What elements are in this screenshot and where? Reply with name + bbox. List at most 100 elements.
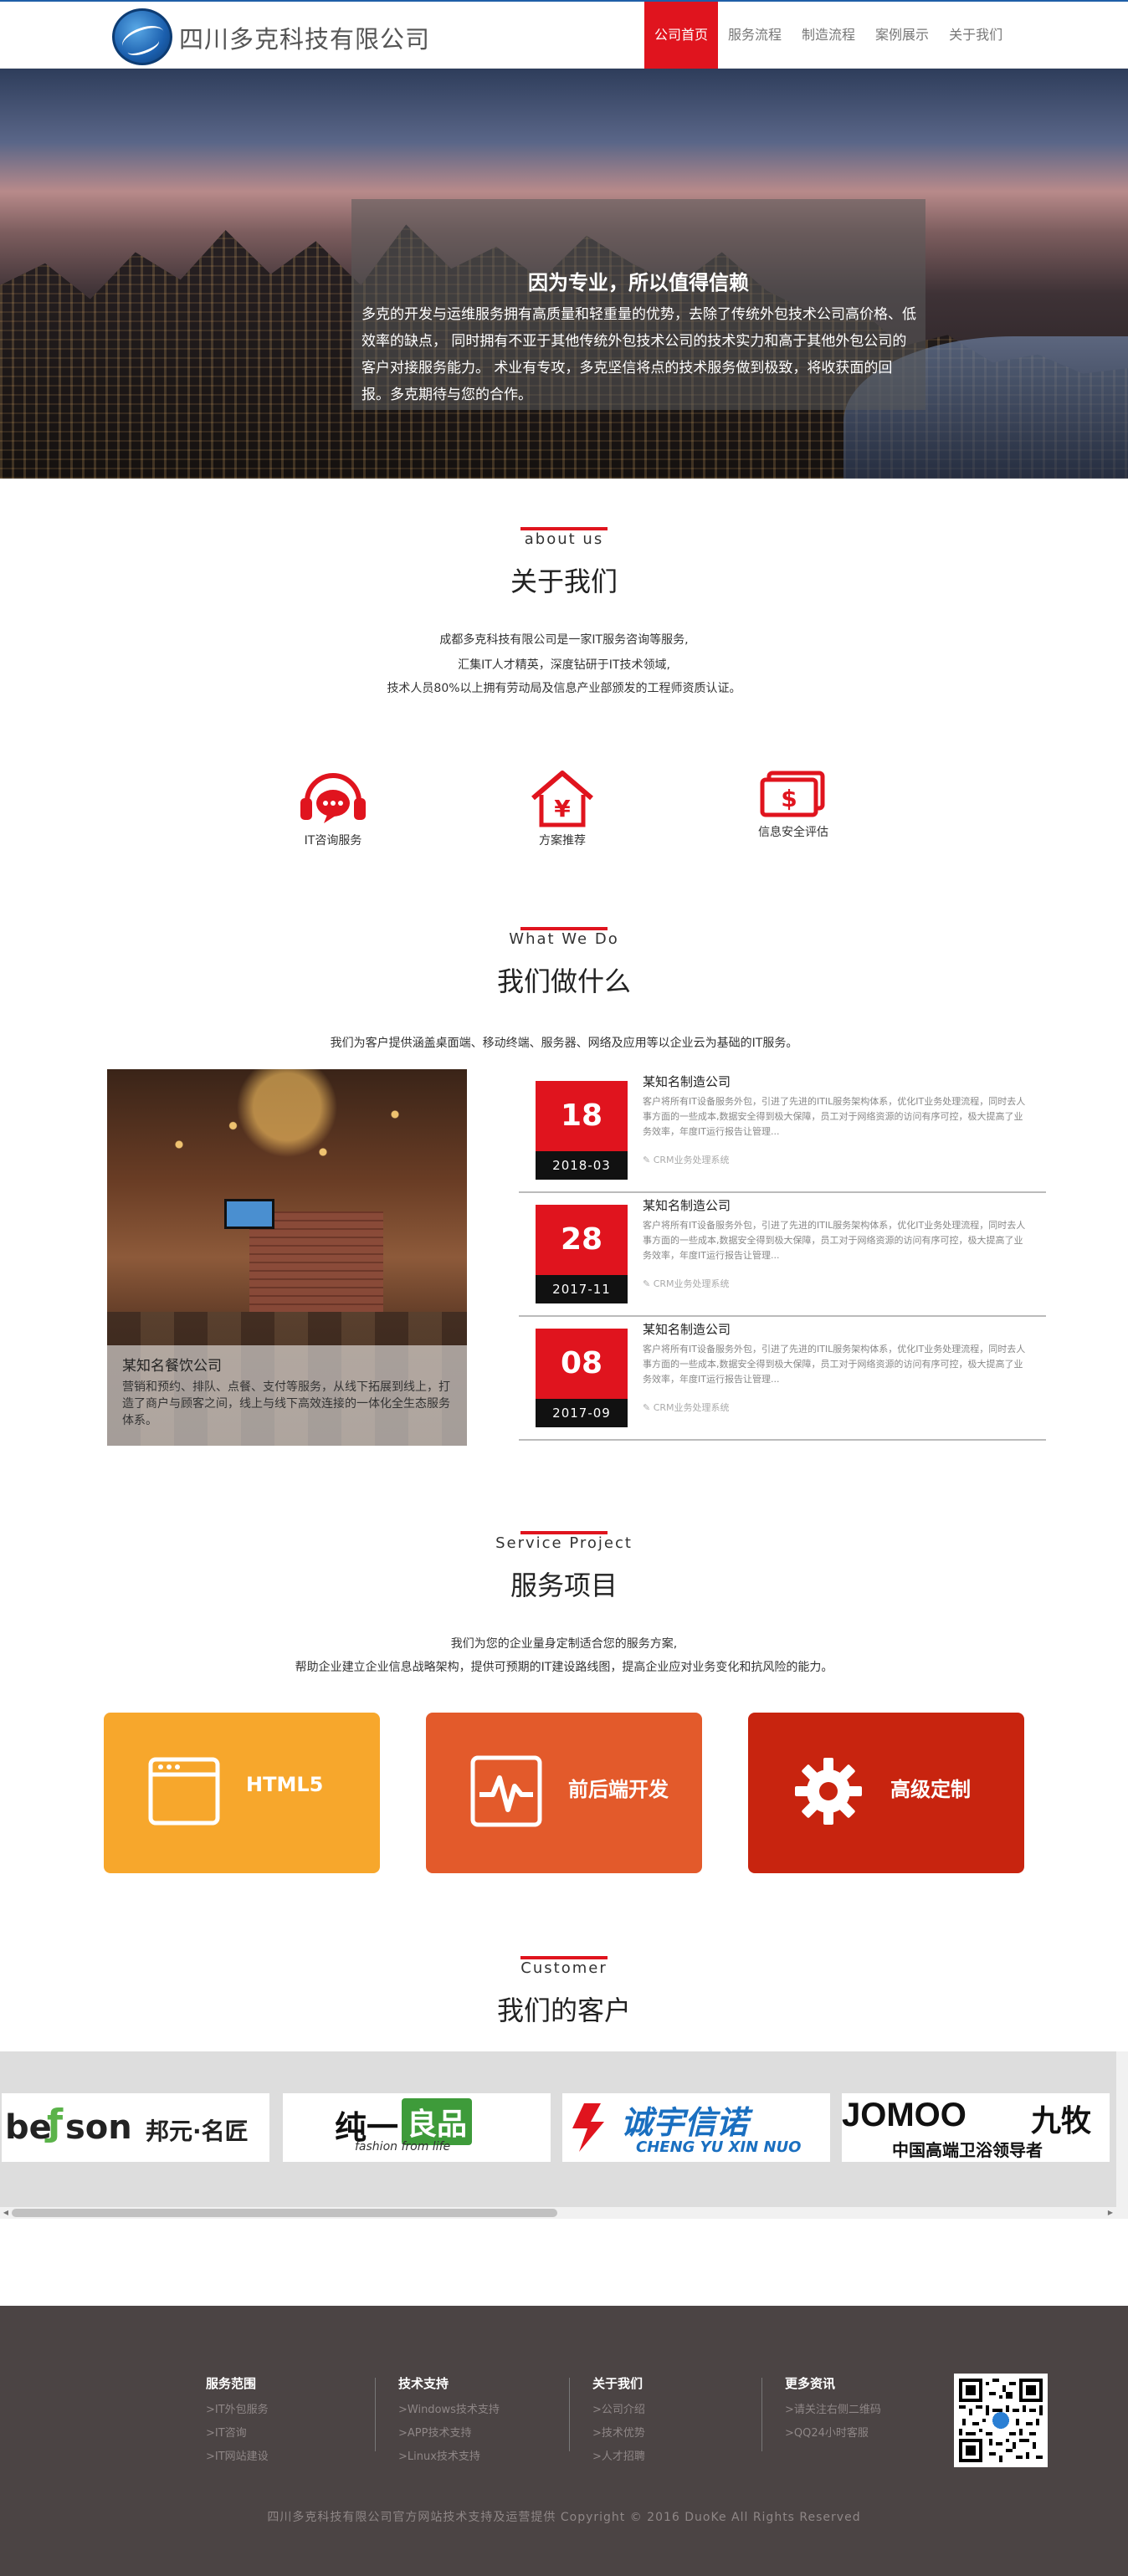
customer-logo-jomoo[interactable]: JOMOO 九牧 中国高端卫浴领导者 [842, 2093, 1110, 2162]
company-name[interactable]: 四川多克科技有限公司 [179, 20, 430, 55]
headset-chat-icon [300, 773, 366, 823]
footer-divider [761, 2378, 762, 2451]
about-en-title: about us [524, 530, 604, 548]
service-cn-title: 服务项目 [510, 1570, 618, 1601]
customer-logo-chengyu[interactable]: 诚宇信诺 CHENG YU XIN NUO [562, 2093, 830, 2162]
site-header: 四川多克科技有限公司 公司首页 服务流程 制造流程 案例展示 关于我们 [0, 0, 1128, 69]
footer-link[interactable]: >技术优势 [592, 2422, 645, 2445]
footer-link[interactable]: >请关注右侧二维码 [785, 2399, 881, 2422]
footer-col-about: 关于我们 >公司介绍 >技术优势 >人才招聘 [592, 2374, 645, 2469]
service-card-html5[interactable]: HTML5 [104, 1713, 380, 1873]
news-tag-label: CRM业务处理系统 [653, 1278, 730, 1289]
news-item[interactable]: 18 2018-03 某知名制造公司 客户将所有IT设备服务外包，引进了先进的I… [519, 1069, 1046, 1193]
scrollbar-thumb[interactable] [12, 2209, 557, 2217]
news-text: 客户将所有IT设备服务外包，引进了先进的ITIL服务架构体系，优化IT业务处理流… [643, 1344, 1026, 1385]
news-tag-label: CRM业务处理系统 [653, 1155, 730, 1165]
date-day: 28 [536, 1205, 628, 1275]
hero-title: 因为专业，所以值得信赖 [528, 271, 749, 294]
tag-icon: ✎ [643, 1278, 654, 1289]
footer-link[interactable]: >Windows技术支持 [398, 2399, 500, 2422]
news-title[interactable]: 某知名制造公司 [643, 1196, 731, 1214]
vertical-scrollbar[interactable] [1116, 2051, 1128, 2207]
news-tag[interactable]: ✎ CRM业务处理系统 [643, 1153, 730, 1166]
logo-text: 邦元·名匠 [146, 2118, 249, 2145]
footer-link[interactable]: >IT外包服务 [206, 2399, 269, 2422]
logo-text: JOMOO [842, 2097, 966, 2133]
service-desc-2: 帮助企业建立企业信息战略架构，提供可预期的IT建设路线图，提高企业应对业务变化和… [295, 1661, 833, 1674]
customer-logo-benson[interactable]: be ƒ son 邦元·名匠 [2, 2093, 269, 2162]
customer-en-title: Customer [520, 1959, 608, 1977]
tag-icon: ✎ [643, 1402, 654, 1413]
news-text: 客户将所有IT设备服务外包，引进了先进的ITIL服务架构体系，优化IT业务处理流… [643, 1220, 1026, 1261]
about-desc-1: 成都多克科技有限公司是一家IT服务咨询等服务, [439, 633, 689, 647]
date-year-month: 2017-09 [536, 1399, 628, 1427]
feature-title[interactable]: 某知名餐饮公司 [122, 1354, 222, 1375]
logo-text: 九牧 [1031, 2104, 1092, 2138]
footer-col-news: 更多资讯 >请关注右侧二维码 >QQ24小时客服 [785, 2374, 881, 2445]
nav-about[interactable]: 关于我们 [939, 2, 1013, 69]
news-item[interactable]: 08 2017-09 某知名制造公司 客户将所有IT设备服务外包，引进了先进的I… [519, 1317, 1046, 1441]
cash-dollar-icon: $ [760, 771, 825, 817]
nav-home[interactable]: 公司首页 [644, 2, 719, 69]
wwd-en-title: What We Do [509, 930, 619, 948]
footer-link[interactable]: >IT咨询 [206, 2422, 269, 2445]
news-tag-label: CRM业务处理系统 [653, 1402, 730, 1413]
nav-manufacture-process[interactable]: 制造流程 [792, 2, 865, 69]
news-item[interactable]: 28 2017-11 某知名制造公司 客户将所有IT设备服务外包，引进了先进的I… [519, 1193, 1046, 1317]
nav-cases[interactable]: 案例展示 [865, 2, 939, 69]
nav-service-process[interactable]: 服务流程 [718, 2, 792, 69]
date-day: 18 [536, 1081, 628, 1151]
feature-text: 营销和预约、排队、点餐、支付等服务，从线下拓展到线上，打造了商户与顾客之间，线上… [122, 1380, 450, 1427]
gear-icon [795, 1758, 862, 1825]
footer-col-title: 服务范围 [206, 2376, 257, 2391]
tag-icon: ✎ [643, 1155, 654, 1165]
service-card-label: 高级定制 [890, 1778, 971, 1801]
footer-link[interactable]: >IT网站建设 [206, 2445, 269, 2469]
date-badge: 08 2017-09 [536, 1329, 628, 1427]
about-item-security[interactable]: $ 信息安全评估 [718, 768, 869, 840]
footer-col-support: 技术支持 >Windows技术支持 >APP技术支持 >Linux技术支持 [398, 2374, 500, 2469]
logo-mark: ƒ [47, 2102, 64, 2144]
footer-divider [569, 2378, 570, 2451]
footer-link[interactable]: >QQ24小时客服 [785, 2422, 881, 2445]
footer-link[interactable]: >APP技术支持 [398, 2422, 500, 2445]
logo-text: CHENG YU XIN NUO [636, 2138, 802, 2156]
copyright: 四川多克科技有限公司官方网站技术支持及运营提供 Copyright © 2016… [267, 2511, 861, 2524]
logo-text: fashion from life [355, 2140, 451, 2153]
footer-divider [375, 2378, 376, 2451]
customer-logo-chunyi[interactable]: 纯一 良品 fashion from life [283, 2093, 551, 2162]
about-item-consulting[interactable]: IT咨询服务 [258, 768, 408, 848]
wwd-cn-title: 我们做什么 [496, 965, 631, 997]
footer-link[interactable]: >Linux技术支持 [398, 2445, 500, 2469]
news-tag[interactable]: ✎ CRM业务处理系统 [643, 1277, 730, 1290]
footer-col-services: 服务范围 >IT外包服务 >IT咨询 >IT网站建设 [206, 2374, 269, 2469]
scroll-right-icon[interactable]: ▶ [1105, 2207, 1116, 2219]
footer-col-title: 技术支持 [398, 2376, 449, 2391]
footer-link[interactable]: >人才招聘 [592, 2445, 645, 2469]
svg-text:¥: ¥ [554, 795, 571, 822]
qr-code-icon [959, 2379, 1043, 2462]
service-card-custom[interactable]: 高级定制 [748, 1713, 1024, 1873]
about-item-label: 方案推荐 [539, 834, 586, 848]
logo-text: son [65, 2108, 132, 2147]
globe-logo-icon[interactable] [112, 8, 172, 65]
date-day: 08 [536, 1329, 628, 1399]
hero-text: 多克的开发与运维服务拥有高质量和轻重量的优势，去除了传统外包技术公司高价格、低效… [361, 306, 916, 403]
footer-col-title: 关于我们 [592, 2376, 643, 2391]
service-card-dev[interactable]: 前后端开发 [426, 1713, 702, 1873]
news-text: 客户将所有IT设备服务外包，引进了先进的ITIL服务架构体系，优化IT业务处理流… [643, 1096, 1026, 1137]
footer-link[interactable]: >公司介绍 [592, 2399, 645, 2422]
news-title[interactable]: 某知名制造公司 [643, 1320, 731, 1338]
scroll-left-icon[interactable]: ◀ [0, 2207, 12, 2219]
date-badge: 28 2017-11 [536, 1205, 628, 1303]
qr-code[interactable] [954, 2374, 1048, 2467]
news-title[interactable]: 某知名制造公司 [643, 1073, 731, 1090]
about-item-label: IT咨询服务 [304, 834, 362, 848]
pulse-monitor-icon [470, 1755, 542, 1827]
svg-text:$: $ [781, 785, 797, 812]
service-desc-1: 我们为您的企业量身定制适合您的服务方案, [450, 1637, 678, 1651]
service-en-title: Service Project [495, 1534, 633, 1552]
about-item-solution[interactable]: ¥ 方案推荐 [487, 768, 638, 848]
news-tag[interactable]: ✎ CRM业务处理系统 [643, 1401, 730, 1414]
browser-window-icon [148, 1757, 220, 1826]
